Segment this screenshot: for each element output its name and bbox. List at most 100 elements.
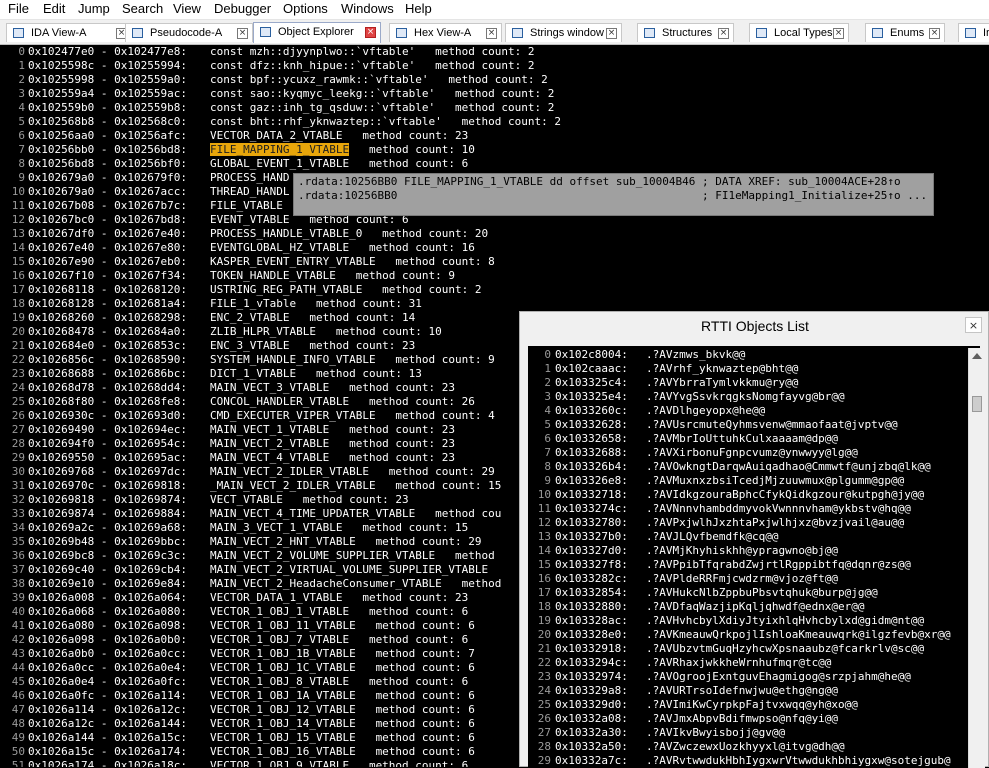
row-index: 29 bbox=[537, 754, 551, 767]
rtti-address: 0x10332880: bbox=[555, 600, 628, 613]
row-index: 8 bbox=[18, 157, 25, 170]
tab-hex-view-a[interactable]: Hex View-A × bbox=[389, 23, 502, 42]
rtti-address: 0x103329d0: bbox=[555, 698, 628, 711]
local-types-icon bbox=[756, 28, 767, 38]
close-icon[interactable]: × bbox=[237, 28, 248, 39]
row-index: 4 bbox=[544, 404, 551, 417]
rtti-type-name: .?AVHvhcbylXdiyJtyixhlqHvhcbylxd@gidm@nt… bbox=[646, 614, 925, 627]
address-range: 0x1026a0fc - 0x1026a114: bbox=[28, 689, 187, 702]
tab-imports[interactable]: Ir bbox=[958, 23, 989, 42]
object-explorer-icon bbox=[260, 27, 271, 37]
object-description: DICT_1_VTABLE method count: 13 bbox=[210, 367, 422, 380]
row-index: 15 bbox=[537, 558, 551, 571]
menu-search[interactable]: Search bbox=[122, 1, 163, 17]
row-index: 19 bbox=[537, 614, 551, 627]
object-description: MAIN_VECT_2_IDLER_VTABLE method count: 2… bbox=[210, 465, 495, 478]
row-index: 18 bbox=[537, 600, 551, 613]
address-range: 0x10256aa0 - 0x10256afc: bbox=[28, 129, 187, 142]
rtti-type-name: .?AVKmeauwQrkpojlIshloaKmeauwqrk@ilgzfev… bbox=[646, 628, 951, 641]
rtti-scrollbar[interactable] bbox=[968, 348, 985, 768]
address-range: 0x10267b08 - 0x10267b7c: bbox=[28, 199, 187, 212]
object-description: GLOBAL_EVENT_1_VTABLE method count: 6 bbox=[210, 157, 469, 170]
address-range: 0x10269b48 - 0x10269bbc: bbox=[28, 535, 187, 548]
close-icon[interactable]: × bbox=[606, 28, 617, 39]
row-index: 17 bbox=[11, 283, 25, 296]
close-icon[interactable]: × bbox=[365, 27, 376, 38]
object-description: const mzh::djyynplwo::`vftable' method c… bbox=[210, 45, 535, 58]
tab-structures[interactable]: Structures × bbox=[637, 23, 734, 42]
tab-bar: IDA View-A × Pseudocode-A × Object Explo… bbox=[0, 20, 989, 45]
address-range: 0x1026a174 - 0x1026a18c: bbox=[28, 759, 187, 767]
menu-windows[interactable]: Windows bbox=[341, 1, 394, 17]
tab-label: Structures bbox=[662, 27, 713, 39]
tab-label: Strings window bbox=[530, 27, 604, 39]
address-range: 0x10268118 - 0x10268120: bbox=[28, 283, 187, 296]
rtti-address: 0x103328e0: bbox=[555, 628, 628, 641]
object-description: const gaz::inh_tg_qsduw::`vftable' metho… bbox=[210, 101, 555, 114]
address-range: 0x10269c40 - 0x10269cb4: bbox=[28, 563, 187, 576]
menu-debugger[interactable]: Debugger bbox=[214, 1, 271, 17]
tab-ida-view-a[interactable]: IDA View-A × bbox=[6, 23, 132, 42]
row-index: 50 bbox=[11, 745, 25, 758]
close-icon[interactable]: × bbox=[833, 28, 844, 39]
row-index: 26 bbox=[537, 712, 551, 725]
address-range: 0x10268260 - 0x10268298: bbox=[28, 311, 187, 324]
tab-pseudocode-a[interactable]: Pseudocode-A × bbox=[125, 23, 253, 42]
tab-local-types[interactable]: Local Types × bbox=[749, 23, 849, 42]
rtti-type-name: .?AVMbrIoUttuhkCulxaaaam@dp@@ bbox=[646, 432, 839, 445]
tab-enums[interactable]: Enums × bbox=[865, 23, 945, 42]
address-range: 0x102477e0 - 0x102477e8: bbox=[28, 45, 187, 58]
row-index: 30 bbox=[11, 465, 25, 478]
menu-edit[interactable]: Edit bbox=[43, 1, 65, 17]
menu-help[interactable]: Help bbox=[405, 1, 432, 17]
address-range: 0x10268f80 - 0x10268fe8: bbox=[28, 395, 187, 408]
address-range: 0x10269490 - 0x102694ec: bbox=[28, 423, 187, 436]
close-icon[interactable]: × bbox=[929, 28, 940, 39]
row-index: 48 bbox=[11, 717, 25, 730]
address-range: 0x10267f10 - 0x10267f34: bbox=[28, 269, 187, 282]
rtti-address: 0x103326e8: bbox=[555, 474, 628, 487]
rtti-address: 0x10332a50: bbox=[555, 740, 628, 753]
rtti-type-name: .?AVPpibTfqrabdZwjrtlRgppibtfq@dqnr@zs@@ bbox=[646, 558, 911, 571]
object-description: VECTOR_1_OBJ_12_VTABLE method count: 6 bbox=[210, 703, 475, 716]
tab-object-explorer[interactable]: Object Explorer × bbox=[253, 22, 381, 43]
row-index: 44 bbox=[11, 661, 25, 674]
xref-tooltip: .rdata:10256BB0 FILE_MAPPING_1_VTABLE dd… bbox=[293, 173, 934, 216]
rtti-type-name: .?AVHukcNlbZppbuPbsvtqhuk@burp@jg@@ bbox=[646, 586, 878, 599]
object-description: SYSTEM_HANDLE_INFO_VTABLE method count: … bbox=[210, 353, 495, 366]
rtti-type-name: .?AVIdkgzouraBphcCfykQidkgzour@kutpgh@jy… bbox=[646, 488, 925, 501]
close-icon[interactable]: × bbox=[718, 28, 729, 39]
close-icon[interactable]: × bbox=[965, 317, 982, 333]
rtti-address: 0x103327f8: bbox=[555, 558, 628, 571]
row-index: 43 bbox=[11, 647, 25, 660]
tab-label: Enums bbox=[890, 27, 925, 39]
menu-jump[interactable]: Jump bbox=[78, 1, 110, 17]
address-range: 0x1026a0b0 - 0x1026a0cc: bbox=[28, 647, 187, 660]
scroll-up-arrow-icon[interactable] bbox=[972, 353, 982, 359]
row-index: 22 bbox=[537, 656, 551, 669]
close-icon[interactable]: × bbox=[486, 28, 497, 39]
rtti-type-name: .?AVUbzvtmGuqHzyhcwXpsnaaubz@fcarkrlv@sc… bbox=[646, 642, 925, 655]
address-range: 0x1025598c - 0x10255994: bbox=[28, 59, 187, 72]
row-index: 32 bbox=[11, 493, 25, 506]
rtti-type-name: .?AVOwkngtDarqwAuiqadhao@Cmmwtf@unjzbq@l… bbox=[646, 460, 931, 473]
rtti-objects-list[interactable]: 0 0x102c8004: .?AVzmws_bkvk@@ 1 0x102caaac:.… bbox=[528, 346, 980, 768]
highlighted-name[interactable]: FILE_MAPPING_1_VTABLE bbox=[210, 143, 350, 156]
tab-label: Local Types bbox=[774, 27, 833, 39]
rtti-type-name: .?AVzmws_bkvk@@ bbox=[646, 348, 746, 361]
tab-strings-window[interactable]: Strings window × bbox=[505, 23, 622, 42]
menu-options[interactable]: Options bbox=[283, 1, 328, 17]
scroll-thumb[interactable] bbox=[972, 396, 982, 412]
address-range: 0x10256bb0 - 0x10256bd8: bbox=[28, 143, 187, 156]
object-description: ENC_3_VTABLE method count: 23 bbox=[210, 339, 416, 352]
row-index: 41 bbox=[11, 619, 25, 632]
address-range: 0x10269e10 - 0x10269e84: bbox=[28, 577, 187, 590]
rtti-address: 0x103325e4: bbox=[555, 390, 628, 403]
address-range: 0x1026a008 - 0x1026a064: bbox=[28, 591, 187, 604]
menu-file[interactable]: File bbox=[8, 1, 29, 17]
rtti-type-name: .?AVNnnvhambddmyvokVwnnnvham@ykbstv@hq@@ bbox=[646, 502, 911, 515]
row-index: 31 bbox=[11, 479, 25, 492]
menu-view[interactable]: View bbox=[173, 1, 201, 17]
row-index: 24 bbox=[537, 684, 551, 697]
row-index: 3 bbox=[544, 390, 551, 403]
